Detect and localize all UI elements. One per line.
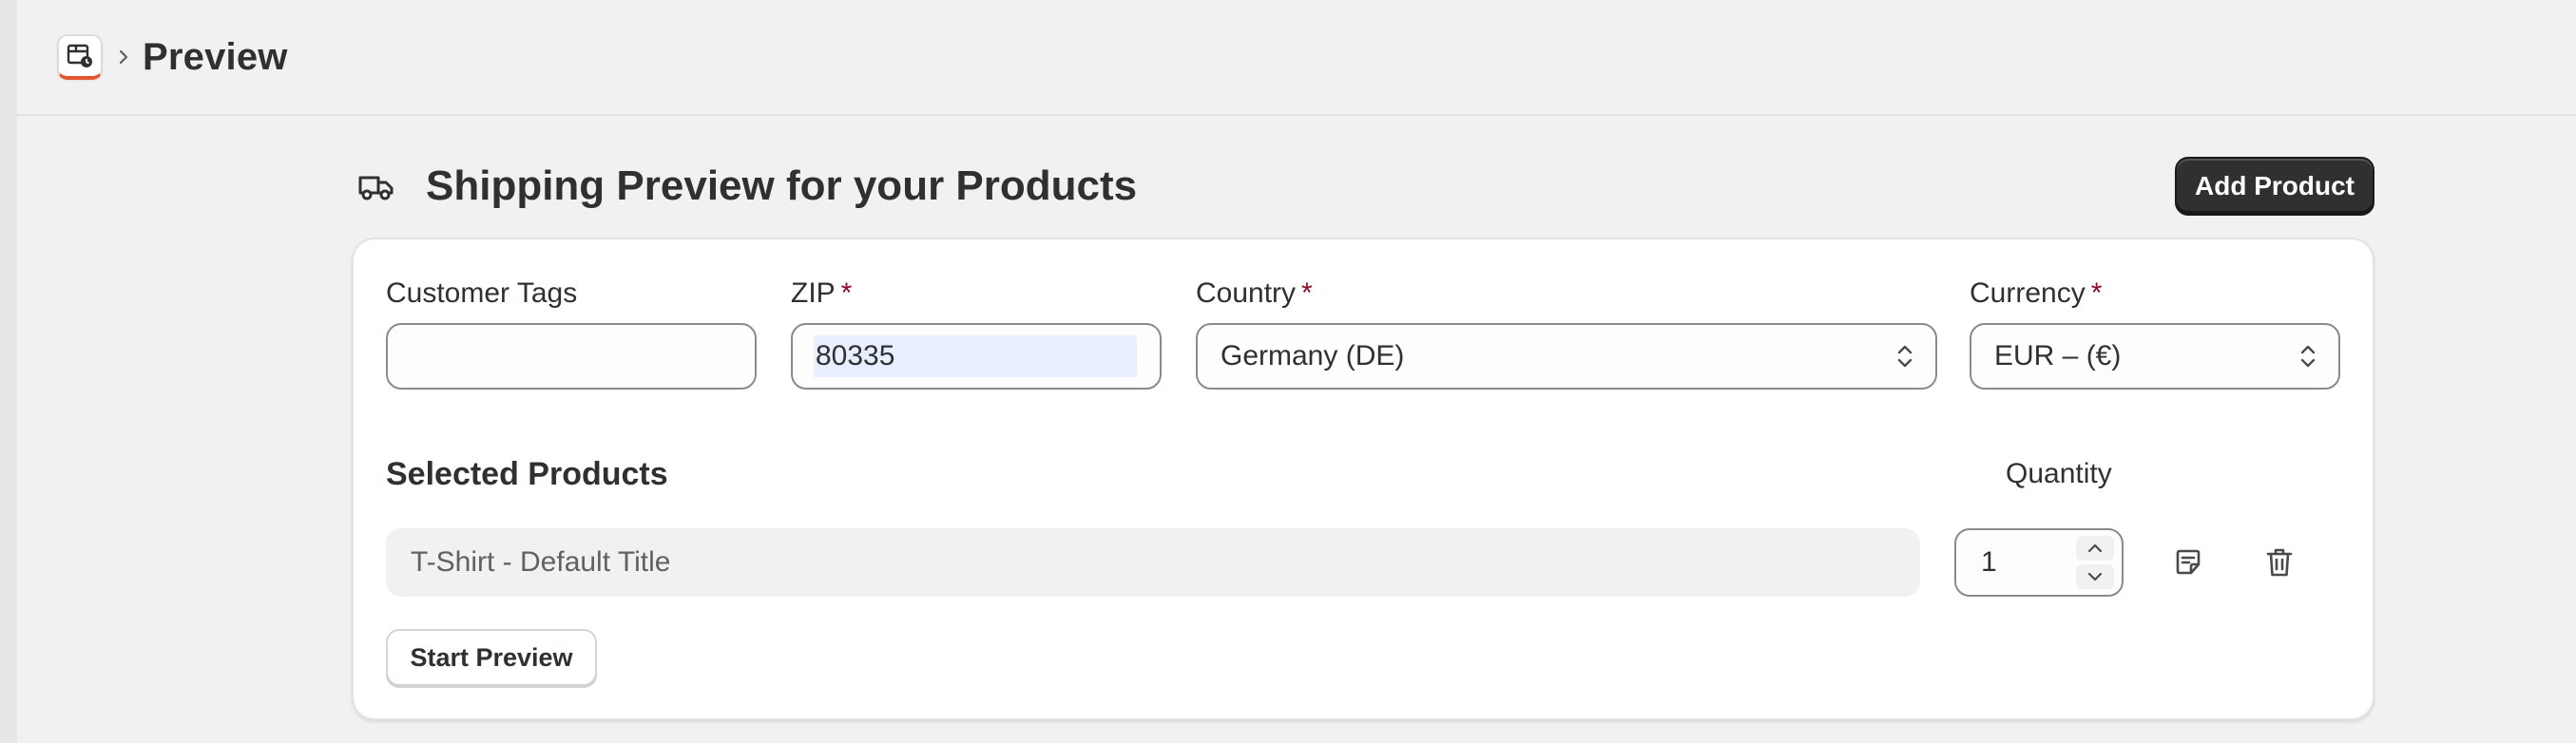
section-header: Shipping Preview for your Products Add P… <box>352 152 2374 220</box>
country-label-text: Country <box>1196 277 1297 309</box>
customer-tags-input[interactable] <box>386 323 757 390</box>
shipping-preview-card: Customer Tags ZIP * 80335 Country * German… <box>352 238 2374 720</box>
currency-value: EUR – (€) <box>1994 340 2122 372</box>
currency-label: Currency * <box>1970 277 2102 310</box>
currency-label-text: Currency <box>1970 277 2086 309</box>
section-title: Shipping Preview for your Products <box>426 162 1138 209</box>
note-button[interactable] <box>2165 540 2211 585</box>
quantity-stepper-buttons <box>2076 536 2114 589</box>
chevron-up-icon <box>2087 543 2103 553</box>
selected-products-title: Selected Products <box>386 456 668 492</box>
note-icon <box>2176 549 2201 575</box>
quantity-stepper[interactable]: 1 <box>1954 528 2124 597</box>
zip-value: 80335 <box>814 335 1137 377</box>
shipping-app-icon[interactable] <box>57 34 103 80</box>
select-chevron-icon <box>2300 345 2316 368</box>
trash-icon <box>2266 548 2293 577</box>
add-product-button[interactable]: Add Product <box>2175 157 2374 216</box>
quantity-value: 1 <box>1981 546 1997 578</box>
increment-button[interactable] <box>2076 536 2114 561</box>
quantity-label: Quantity <box>2006 458 2112 489</box>
page-title: Preview <box>143 35 288 78</box>
zip-required-mark: * <box>840 277 853 309</box>
country-value: Germany (DE) <box>1221 340 1405 372</box>
product-name-field: T-Shirt - Default Title <box>386 528 1920 597</box>
delete-button[interactable] <box>2257 540 2302 585</box>
zip-label: ZIP * <box>791 277 852 310</box>
customer-tags-label: Customer Tags <box>386 277 577 310</box>
select-chevron-icon <box>1897 345 1913 368</box>
zip-input[interactable]: 80335 <box>791 323 1162 390</box>
country-select[interactable]: Germany (DE) <box>1196 323 1937 390</box>
country-label: Country * <box>1196 277 1313 310</box>
start-preview-button[interactable]: Start Preview <box>386 629 597 686</box>
truck-icon <box>357 167 395 205</box>
left-edge-strip <box>0 0 17 743</box>
currency-select[interactable]: EUR – (€) <box>1970 323 2340 390</box>
chevron-down-icon <box>2087 572 2103 581</box>
decrement-button[interactable] <box>2076 564 2114 589</box>
zip-label-text: ZIP <box>791 277 836 309</box>
product-name: T-Shirt - Default Title <box>411 546 671 578</box>
currency-required-mark: * <box>2090 277 2103 309</box>
customer-tags-label-text: Customer Tags <box>386 277 578 309</box>
chevron-right-icon <box>118 48 129 67</box>
top-bar: Preview <box>17 0 2576 116</box>
country-required-mark: * <box>1301 277 1313 309</box>
